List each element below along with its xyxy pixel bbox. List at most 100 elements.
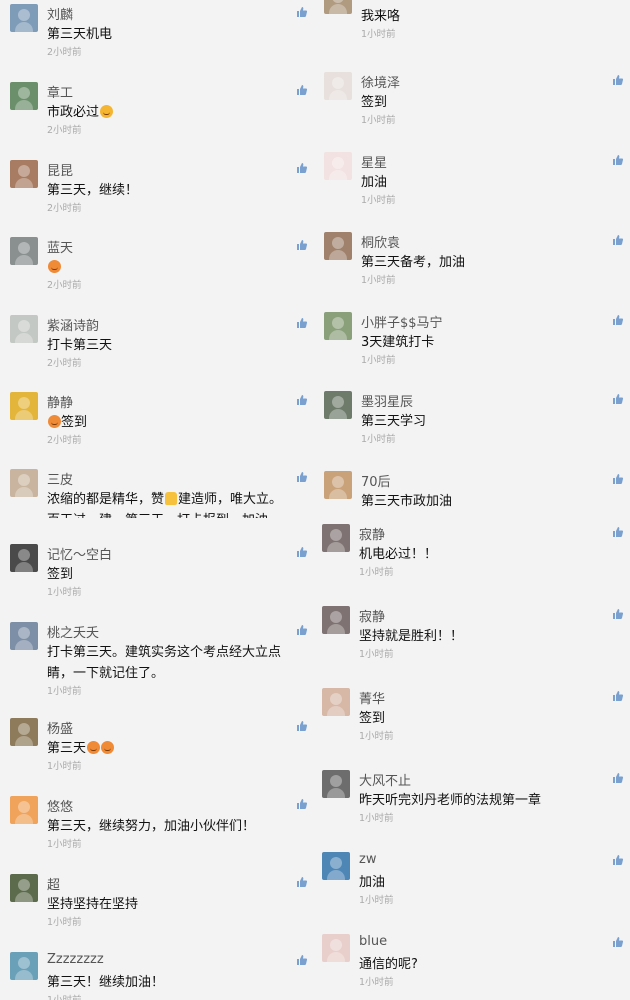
comment-text-content: 第三天学习 (361, 414, 427, 429)
user-avatar-icon[interactable] (10, 237, 38, 265)
thumbs-up-icon[interactable] (296, 6, 308, 18)
comment-item: 昆昆 第三天，继续！ 2小时前 (0, 156, 314, 234)
user-avatar-icon[interactable] (10, 160, 38, 188)
comment-author-name[interactable]: blue (359, 934, 387, 949)
thumbs-up-icon[interactable] (612, 690, 624, 702)
comment-text: 坚持就是胜利！！ (359, 626, 604, 647)
comment-text-content: 坚持坚持在坚持 (47, 897, 139, 912)
comment-author-name[interactable]: 记忆～空白 (47, 544, 112, 563)
user-avatar-icon[interactable] (10, 469, 38, 497)
comment-author-name[interactable]: Zzzzzzzz (47, 952, 104, 967)
user-avatar-icon[interactable] (10, 544, 38, 572)
thumbs-up-icon[interactable] (612, 393, 624, 405)
thumbs-up-icon[interactable] (296, 954, 308, 966)
user-avatar-icon[interactable] (322, 934, 350, 962)
comment-text-content: 签到 (359, 711, 386, 726)
comment-text: 市政必过 (47, 102, 288, 123)
thumbs-up-icon[interactable] (296, 798, 308, 810)
user-avatar-icon[interactable] (10, 796, 38, 824)
thumbs-up-icon[interactable] (612, 154, 624, 166)
user-avatar-icon[interactable] (324, 312, 352, 340)
user-avatar-icon[interactable] (324, 152, 352, 180)
comment-author-name[interactable]: 静静 (47, 392, 73, 411)
comment-item: Zzzzzzzz 第三天！继续加油！ 1小时前 (0, 948, 314, 1000)
user-avatar-icon[interactable] (10, 82, 38, 110)
thumbs-up-icon[interactable] (296, 394, 308, 406)
user-avatar-icon[interactable] (322, 688, 350, 716)
face-emoji-icon (100, 105, 114, 118)
comment-author-name[interactable]: 蓝天 (47, 237, 73, 256)
user-avatar-icon[interactable] (324, 471, 352, 499)
comment-author-name[interactable]: 桐欣袁 (361, 232, 400, 251)
thumbs-up-icon[interactable] (612, 608, 624, 620)
user-avatar-icon[interactable] (322, 524, 350, 552)
comment-author-name[interactable]: 墨羽星辰 (361, 391, 413, 410)
comment-timestamp: 1小时前 (47, 587, 82, 598)
comment-item: 小胖子$$马宁 3天建筑打卡 1小时前 (314, 308, 630, 388)
comment-item: 菁华 签到 1小时前 (312, 684, 630, 766)
comment-author-name[interactable]: 刘麟 (47, 4, 73, 23)
comment-timestamp: 1小时前 (361, 275, 396, 286)
user-avatar-icon[interactable] (10, 622, 38, 650)
user-avatar-icon[interactable] (322, 606, 350, 634)
comment-author-name[interactable]: 菁华 (359, 688, 385, 707)
comment-author-name[interactable]: 三皮 (47, 469, 73, 488)
comment-author-name[interactable]: 寂静 (359, 606, 385, 625)
user-avatar-icon[interactable] (10, 315, 38, 343)
comment-author-name[interactable]: 星星 (361, 152, 387, 171)
thumbs-up-icon[interactable] (612, 74, 624, 86)
comment-text: 加油 (359, 872, 604, 893)
thumbs-up-icon[interactable] (612, 854, 624, 866)
thumbs-up-icon[interactable] (612, 473, 624, 485)
user-avatar-icon[interactable] (10, 4, 38, 32)
thumbs-up-icon[interactable] (612, 234, 624, 246)
comment-item: 徐境泽 签到 1小时前 (314, 68, 630, 148)
comments-panel-left-bottom: 记忆～空白 签到 1小时前 桃之夭夭 打卡第三天。建筑实务这个考点经大立点睛，一下就记住… (0, 530, 314, 1000)
thumbs-up-icon[interactable] (296, 624, 308, 636)
thumbs-up-icon[interactable] (296, 720, 308, 732)
comment-author-name[interactable]: 桃之夭夭 (47, 622, 99, 641)
user-avatar-icon[interactable] (10, 718, 38, 746)
comment-author-name[interactable]: zw (359, 852, 376, 867)
user-avatar-icon[interactable] (324, 0, 352, 14)
comment-text-content: 通信的呢? (359, 957, 418, 972)
comment-author-name[interactable]: 昆昆 (47, 160, 73, 179)
comment-item: 桐欣袁 第三天备考，加油 1小时前 (314, 228, 630, 308)
comment-item: 刘麟 第三天机电 2小时前 (0, 0, 314, 78)
user-avatar-icon[interactable] (324, 232, 352, 260)
comment-author-name[interactable]: 悠悠 (47, 796, 73, 815)
user-avatar-icon[interactable] (324, 72, 352, 100)
thumbs-up-icon[interactable] (296, 239, 308, 251)
comment-text-content: 昨天听完刘丹老师的法规第一章 (359, 793, 542, 808)
comment-item: 70后 第三天市政加油 (314, 467, 630, 518)
thumbs-up-icon[interactable] (612, 772, 624, 784)
user-avatar-icon[interactable] (10, 952, 38, 980)
thumbs-up-icon[interactable] (296, 317, 308, 329)
thumbs-up-icon[interactable] (296, 876, 308, 888)
thumbs-up-icon[interactable] (612, 314, 624, 326)
user-avatar-icon[interactable] (10, 392, 38, 420)
comment-text-content: 加油 (361, 175, 388, 190)
comment-timestamp: 1小时前 (361, 29, 396, 40)
thumbs-up-icon[interactable] (296, 546, 308, 558)
comment-author-name[interactable]: 紫涵诗韵 (47, 315, 99, 334)
comment-author-name[interactable]: 杨盛 (47, 718, 73, 737)
thumbs-up-icon[interactable] (296, 471, 308, 483)
comment-author-name[interactable]: 大风不止 (359, 770, 411, 789)
user-avatar-icon[interactable] (322, 852, 350, 880)
thumbs-up-icon[interactable] (612, 526, 624, 538)
comment-text-content: 浓缩的都是精华，赞 (47, 492, 165, 507)
comment-author-name[interactable]: 徐境泽 (361, 72, 400, 91)
comment-text-content: 签到 (61, 415, 88, 430)
user-avatar-icon[interactable] (10, 874, 38, 902)
comment-author-name[interactable]: 章工 (47, 82, 73, 101)
comment-author-name[interactable]: 小胖子$$马宁 (361, 312, 443, 331)
thumbs-up-icon[interactable] (296, 162, 308, 174)
thumbs-up-icon[interactable] (612, 936, 624, 948)
comment-author-name[interactable]: 超 (47, 874, 60, 893)
thumbs-up-icon[interactable] (296, 84, 308, 96)
user-avatar-icon[interactable] (322, 770, 350, 798)
user-avatar-icon[interactable] (324, 391, 352, 419)
comment-author-name[interactable]: 70后 (361, 471, 391, 490)
comment-author-name[interactable]: 寂静 (359, 524, 385, 543)
